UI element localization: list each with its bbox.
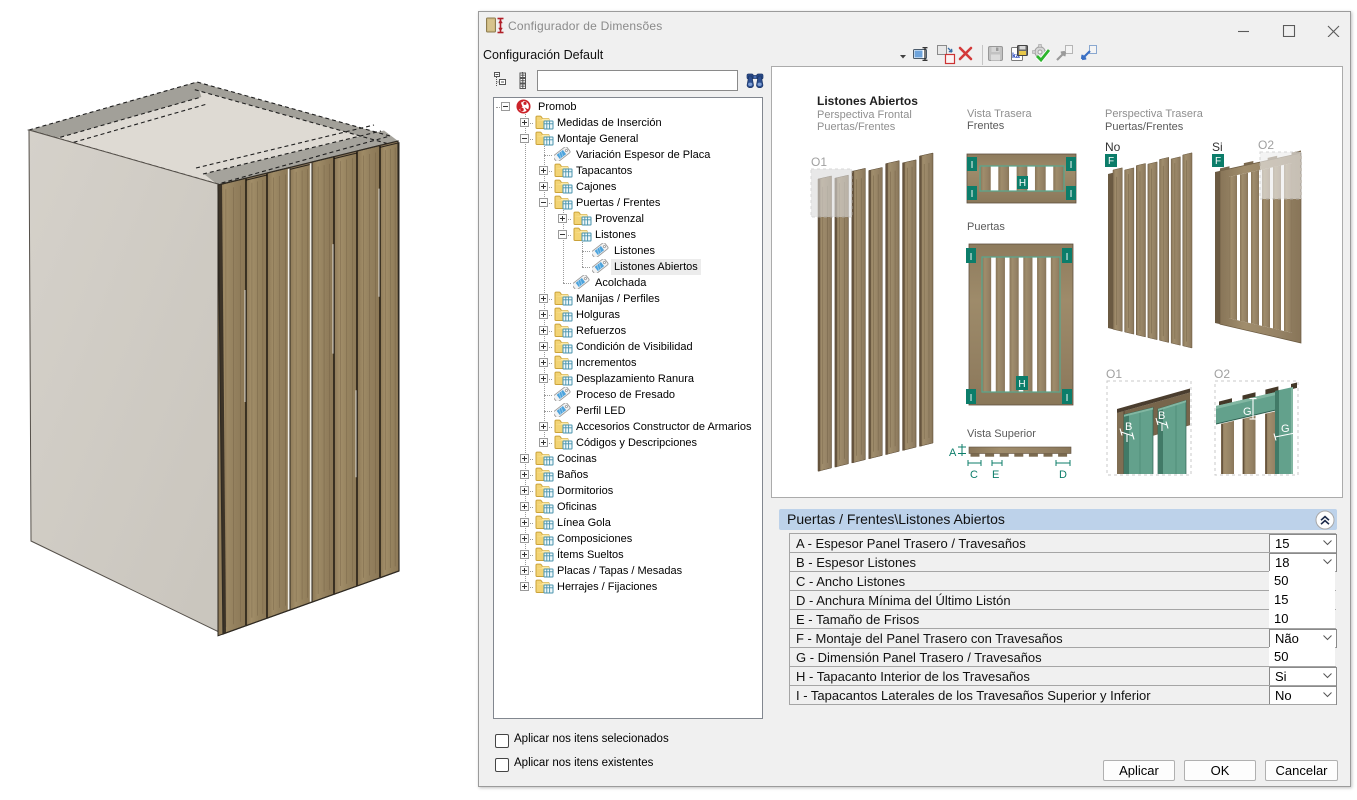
svg-text:Perspectiva Frontal: Perspectiva Frontal xyxy=(817,109,912,121)
svg-text:I: I xyxy=(970,393,973,404)
svg-text:E: E xyxy=(992,469,999,481)
svg-text:O2: O2 xyxy=(1258,138,1274,152)
svg-text:H: H xyxy=(1018,379,1025,390)
svg-text:Si: Si xyxy=(1212,140,1223,154)
svg-text:I: I xyxy=(971,189,974,200)
svg-text:Perspectiva Trasera: Perspectiva Trasera xyxy=(1105,108,1204,120)
svg-text:Puertas/Frentes: Puertas/Frentes xyxy=(817,121,896,133)
svg-text:I: I xyxy=(1066,252,1069,263)
svg-text:Vista Trasera: Vista Trasera xyxy=(967,108,1032,120)
svg-text:H: H xyxy=(1019,178,1026,189)
svg-text:Frentes: Frentes xyxy=(967,120,1005,132)
svg-text:G: G xyxy=(1281,423,1290,435)
svg-text:Listones Abiertos: Listones Abiertos xyxy=(817,94,918,108)
svg-text:Puertas: Puertas xyxy=(967,221,1005,233)
svg-text:I: I xyxy=(970,252,973,263)
svg-text:No: No xyxy=(1105,140,1121,154)
svg-text:Vista Superior: Vista Superior xyxy=(967,428,1036,440)
svg-text:F: F xyxy=(1108,156,1114,167)
svg-text:F: F xyxy=(1215,156,1221,167)
svg-text:A: A xyxy=(949,447,957,459)
svg-text:B: B xyxy=(1125,421,1132,433)
svg-text:I: I xyxy=(1070,160,1073,171)
svg-text:C: C xyxy=(970,469,978,481)
svg-text:B: B xyxy=(1158,410,1165,422)
svg-text:Puertas/Frentes: Puertas/Frentes xyxy=(1105,121,1184,133)
svg-text:O2: O2 xyxy=(1214,367,1230,381)
svg-text:I: I xyxy=(1070,189,1073,200)
svg-text:O1: O1 xyxy=(1106,367,1122,381)
svg-text:D: D xyxy=(1059,469,1067,481)
svg-text:G: G xyxy=(1243,406,1252,418)
svg-text:I: I xyxy=(1066,393,1069,404)
svg-text:I: I xyxy=(971,160,974,171)
svg-text:O1: O1 xyxy=(811,155,827,169)
